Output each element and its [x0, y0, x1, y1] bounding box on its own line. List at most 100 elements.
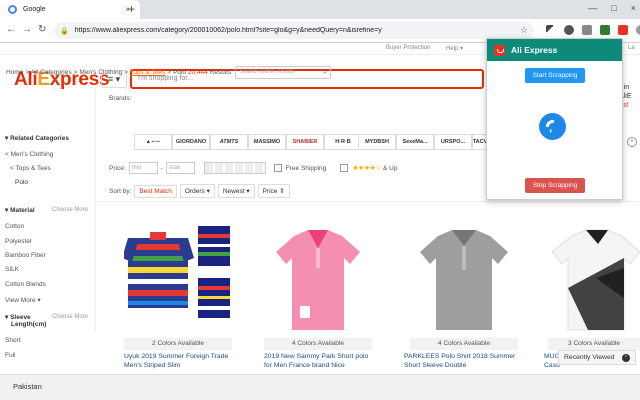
- brand-logo[interactable]: MYDBSH: [358, 134, 396, 150]
- product-image[interactable]: [264, 218, 372, 336]
- rating-stars-icon: ★★★★☆: [352, 165, 382, 172]
- product-image[interactable]: [548, 218, 640, 336]
- lock-icon: 🔒: [60, 27, 69, 35]
- colors-available-badge: 4 Colors Available: [264, 338, 372, 350]
- product-image[interactable]: [122, 218, 232, 336]
- breadcrumb-tops-tees[interactable]: Tops & Tees: [130, 69, 165, 76]
- aliexpress-extension-icon[interactable]: [618, 25, 628, 35]
- reload-button[interactable]: ↻: [38, 24, 46, 36]
- product-card[interactable]: [410, 218, 518, 338]
- minimize-button[interactable]: —: [588, 3, 597, 13]
- cloud-extension-icon[interactable]: [564, 25, 574, 35]
- price-label: Price:: [109, 164, 126, 172]
- breadcrumb-mens-clothing[interactable]: Men's Clothing: [79, 69, 122, 76]
- extension-icon[interactable]: [582, 25, 592, 35]
- browser-tab[interactable]: Google ×: [0, 0, 140, 19]
- rating-checkbox[interactable]: [340, 164, 349, 172]
- sort-orders[interactable]: Orders ▾: [179, 184, 215, 198]
- view-more-link[interactable]: View More ▾: [5, 296, 41, 304]
- brand-logo[interactable]: SexeMa...: [396, 134, 434, 150]
- price-max-input[interactable]: max: [165, 162, 195, 174]
- breadcrumb-home[interactable]: Home: [6, 69, 23, 76]
- product-title-link[interactable]: PARKLEES Polo Shirt 2018 Summer Short Sl…: [404, 352, 516, 370]
- loading-spinner-icon: [539, 113, 566, 140]
- product-title-link[interactable]: Uyuk 2019 Summer Foreign Trade Men's Str…: [124, 352, 236, 370]
- recently-viewed-button[interactable]: Recently Viewed ⌃: [558, 350, 636, 365]
- breadcrumb-all-categories[interactable]: All Categories: [31, 69, 71, 76]
- start-scrapping-button[interactable]: Start Scrapping: [525, 68, 585, 83]
- url-text: https://www.aliexpress.com/category/2000…: [74, 27, 382, 34]
- sleeve-choose-more[interactable]: Choose More: [52, 314, 88, 320]
- brand-logo[interactable]: ▲∽∽: [134, 134, 172, 150]
- brand-expand-icon[interactable]: +: [627, 137, 637, 147]
- brand-logo[interactable]: URSPO...: [434, 134, 472, 150]
- material-choose-more[interactable]: Choose More: [52, 207, 88, 213]
- brand-logo[interactable]: ATMTS: [210, 134, 248, 150]
- product-card[interactable]: [122, 218, 232, 338]
- brand-logo[interactable]: SHABIER: [286, 134, 324, 150]
- profile-icon[interactable]: [636, 25, 640, 35]
- material-cotton[interactable]: Cotton: [5, 223, 24, 230]
- extension-icons: [546, 25, 640, 35]
- results-label: Results: [209, 69, 232, 76]
- pen-extension-icon[interactable]: [546, 25, 556, 35]
- chevron-up-icon: ⌃: [622, 353, 630, 362]
- sleeve-heading[interactable]: ▾ Sleeve: [5, 313, 31, 321]
- product-image[interactable]: [410, 218, 518, 336]
- bottom-bar: Pakistan: [0, 374, 640, 400]
- product-card[interactable]: [264, 218, 372, 338]
- bookmark-star-icon[interactable]: ☆: [520, 25, 528, 36]
- product-title-link[interactable]: 2019 New Sammy Park Short polo for Men F…: [264, 352, 376, 370]
- result-count: 20,444: [187, 69, 208, 76]
- price-range-bars[interactable]: [203, 162, 266, 174]
- search-within-input[interactable]: Search within results: [235, 66, 332, 79]
- maximize-button[interactable]: □: [611, 3, 616, 13]
- tab-title: Google: [23, 6, 46, 13]
- sidebar-item-polo[interactable]: Polo: [15, 179, 28, 186]
- breadcrumb: Home > All Categories > Men's Clothing > To…: [6, 66, 332, 79]
- sort-label: Sort by:: [109, 187, 132, 195]
- colors-available-badge: 3 Colors Available: [548, 338, 640, 350]
- sidebar-item-tops-tees[interactable]: < Tops & Tees: [10, 165, 51, 172]
- divider: [96, 201, 640, 202]
- shopping-bag-icon: [494, 44, 505, 56]
- rating-up-label: & Up: [382, 164, 398, 172]
- forward-button[interactable]: →: [22, 24, 32, 36]
- brand-logo[interactable]: MASSIMO: [248, 134, 286, 150]
- brand-logo[interactable]: H·R·B: [324, 134, 362, 150]
- popup-header: Ali Express: [487, 39, 622, 61]
- green-extension-icon[interactable]: [600, 25, 610, 35]
- brand-logo[interactable]: GIORDANO: [172, 134, 210, 150]
- recently-viewed-label: Recently Viewed: [564, 354, 615, 361]
- filter-sidebar: ▾ Related Categories < Men's Clothing < …: [0, 86, 96, 331]
- language-link[interactable]: La: [628, 45, 635, 51]
- sort-newest[interactable]: Newest ▾: [217, 184, 255, 198]
- price-min-input[interactable]: min: [128, 162, 158, 174]
- new-tab-button[interactable]: +: [128, 2, 135, 16]
- country-label: Pakistan: [13, 382, 42, 391]
- sleeve-short[interactable]: Short: [5, 337, 21, 344]
- material-polyester[interactable]: Polyester: [5, 238, 32, 245]
- url-field[interactable]: 🔒 https://www.aliexpress.com/category/20…: [54, 22, 534, 39]
- material-heading[interactable]: ▾ Material: [5, 206, 35, 214]
- price-filter-row: Price: min - max Free Shipping ★★★★☆ & U…: [109, 162, 397, 174]
- sort-price[interactable]: Price ⇕: [257, 184, 290, 198]
- material-cotton-blends[interactable]: Cotton Blends: [5, 281, 46, 288]
- window-controls: — □ ×: [588, 3, 636, 13]
- related-categories-heading[interactable]: ▾ Related Categories: [5, 134, 69, 142]
- free-shipping-label: Free Shipping: [285, 164, 327, 172]
- buyer-protection-link[interactable]: Buyer Protection: [386, 45, 430, 51]
- sort-best-match[interactable]: Best Match: [134, 184, 177, 198]
- free-shipping-checkbox[interactable]: [273, 164, 282, 172]
- material-bamboo[interactable]: Bamboo Fiber: [5, 252, 46, 259]
- sort-row: Sort by: Best Match Orders ▾ Newest ▾ Pr…: [109, 184, 290, 198]
- stop-scrapping-button[interactable]: Stop Scrapping: [525, 178, 585, 193]
- product-card[interactable]: [548, 218, 640, 338]
- material-silk[interactable]: SILK: [5, 266, 19, 273]
- close-window-button[interactable]: ×: [631, 3, 636, 13]
- sleeve-full[interactable]: Full: [5, 352, 15, 359]
- sidebar-item-mens-clothing[interactable]: < Men's Clothing: [5, 151, 53, 158]
- popup-title: Ali Express: [511, 45, 558, 55]
- help-link[interactable]: Help ▾: [446, 45, 463, 52]
- back-button[interactable]: ←: [6, 24, 16, 36]
